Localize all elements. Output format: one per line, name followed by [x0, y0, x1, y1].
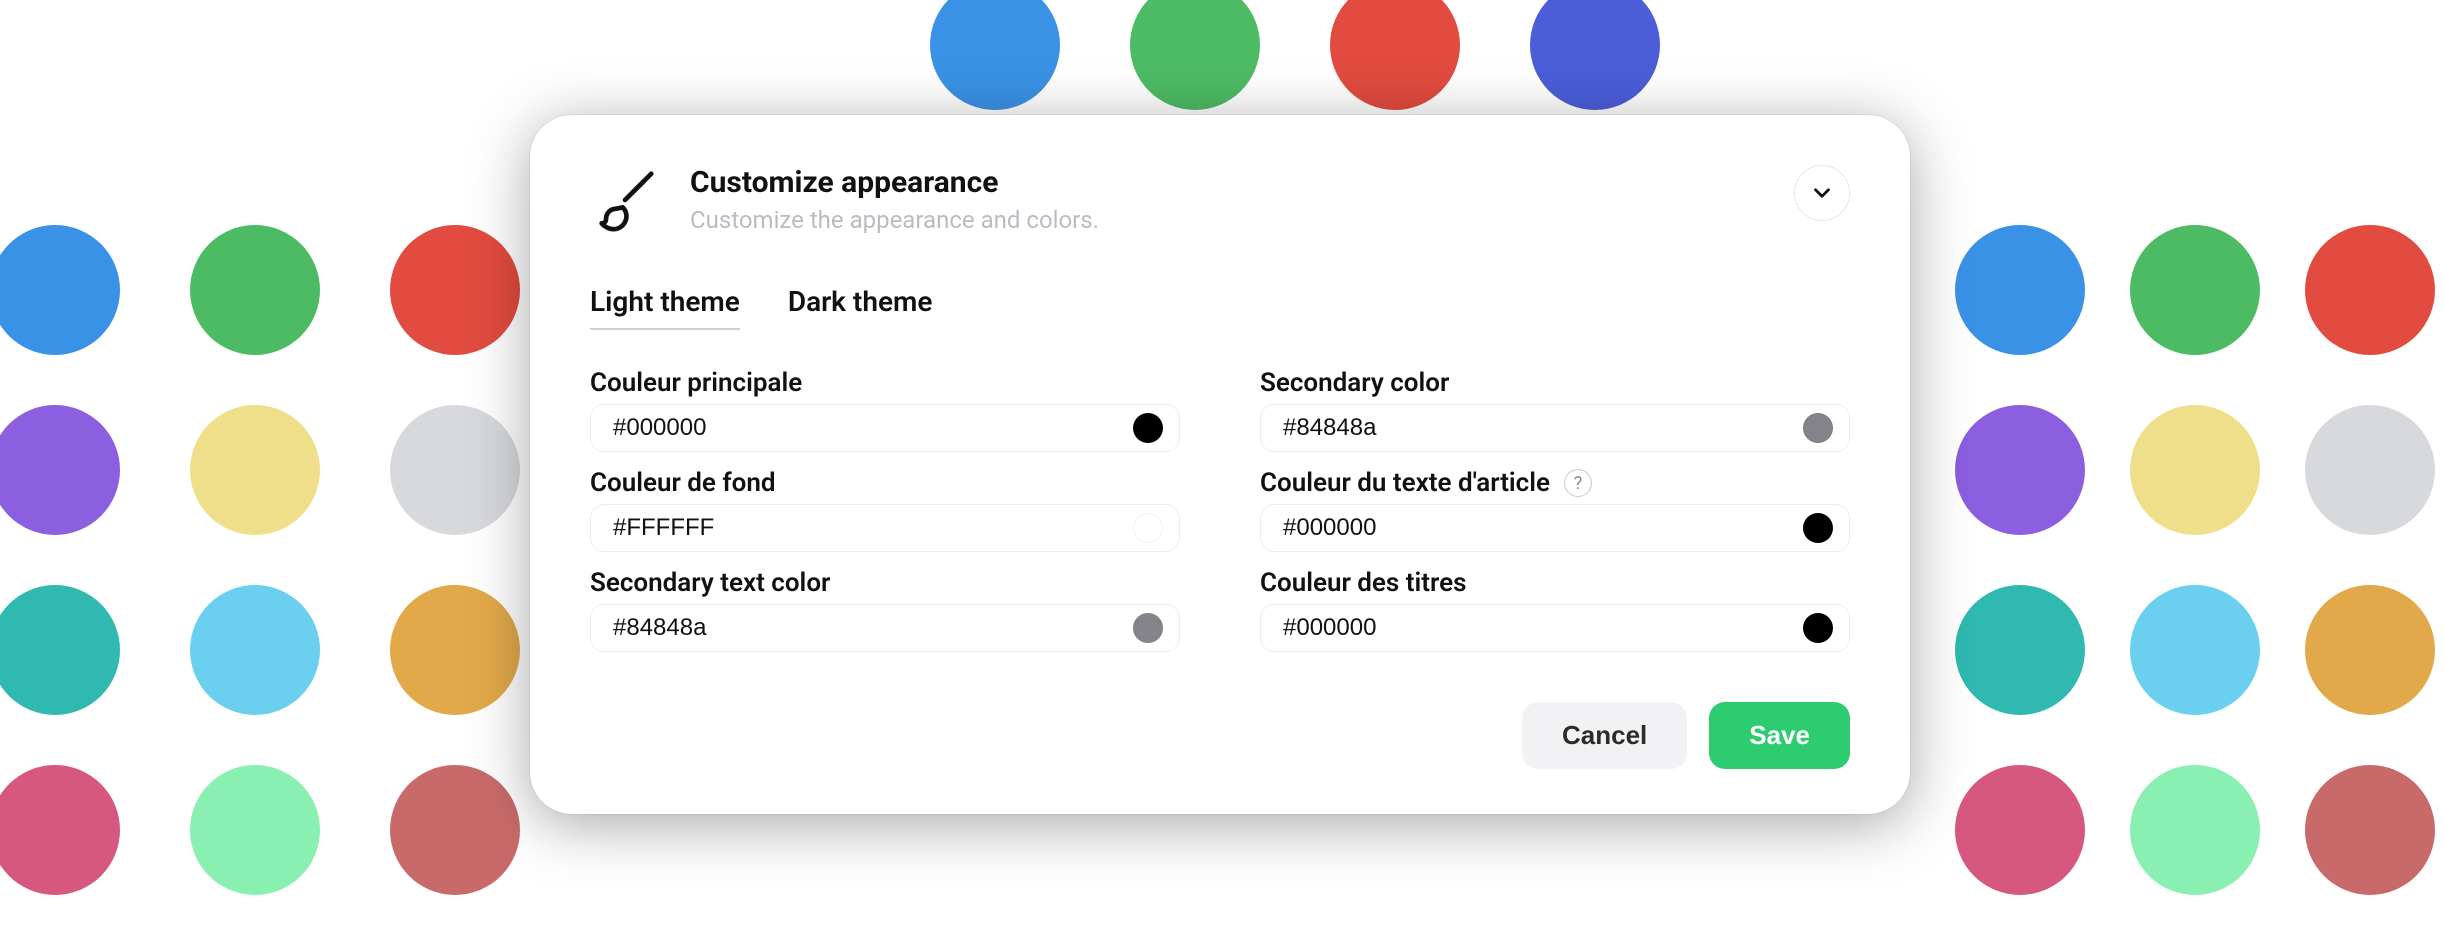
palette-dot — [390, 765, 520, 895]
palette-dot — [2305, 765, 2435, 895]
input-secondary-color-text[interactable] — [1283, 414, 1803, 442]
palette-dot — [190, 405, 320, 535]
theme-tabs: Light theme Dark theme — [590, 285, 1850, 330]
brush-icon — [590, 165, 660, 235]
swatch-bg[interactable] — [1133, 513, 1163, 543]
label-titles-color: Couleur des titres — [1260, 568, 1466, 598]
palette-dot — [2130, 405, 2260, 535]
palette-dot — [190, 225, 320, 355]
palette-dot — [930, 0, 1060, 110]
field-article-text-color: Couleur du texte d'article ? — [1260, 468, 1850, 552]
palette-dot — [1955, 225, 2085, 355]
palette-dot — [2305, 405, 2435, 535]
palette-dot — [1955, 405, 2085, 535]
label-secondary-color: Secondary color — [1260, 368, 1449, 398]
swatch-titles[interactable] — [1803, 613, 1833, 643]
palette-dot — [2305, 585, 2435, 715]
input-article-text-color-text[interactable] — [1283, 514, 1803, 542]
appearance-card: Customize appearance Customize the appea… — [530, 115, 1910, 814]
palette-dot — [1530, 0, 1660, 110]
cancel-button[interactable]: Cancel — [1522, 702, 1687, 769]
input-primary-color[interactable] — [590, 404, 1180, 452]
collapse-button[interactable] — [1794, 165, 1850, 221]
palette-dot — [1955, 765, 2085, 895]
palette-dot — [0, 405, 120, 535]
palette-dot — [390, 405, 520, 535]
palette-dot — [2130, 585, 2260, 715]
input-secondary-text-color-text[interactable] — [613, 614, 1133, 642]
palette-dot — [0, 585, 120, 715]
input-titles-color[interactable] — [1260, 604, 1850, 652]
label-primary-color: Couleur principale — [590, 368, 802, 398]
palette-dot — [1330, 0, 1460, 110]
label-secondary-text-color: Secondary text color — [590, 568, 830, 598]
field-bg-color: Couleur de fond — [590, 468, 1180, 552]
field-secondary-text-color: Secondary text color — [590, 568, 1180, 652]
card-footer: Cancel Save — [590, 702, 1850, 769]
palette-dot — [2130, 765, 2260, 895]
palette-dot — [1130, 0, 1260, 110]
input-secondary-color[interactable] — [1260, 404, 1850, 452]
palette-dot — [1955, 585, 2085, 715]
save-button[interactable]: Save — [1709, 702, 1850, 769]
help-icon[interactable]: ? — [1564, 469, 1592, 497]
swatch-secondary[interactable] — [1803, 413, 1833, 443]
tab-dark-theme[interactable]: Dark theme — [788, 285, 933, 330]
palette-dot — [190, 585, 320, 715]
palette-dot — [190, 765, 320, 895]
card-title: Customize appearance — [690, 165, 1764, 200]
chevron-down-icon — [1809, 180, 1835, 206]
swatch-primary[interactable] — [1133, 413, 1163, 443]
field-titles-color: Couleur des titres — [1260, 568, 1850, 652]
card-subtitle: Customize the appearance and colors. — [690, 206, 1764, 234]
input-bg-color-text[interactable] — [613, 514, 1133, 542]
label-article-text-color: Couleur du texte d'article — [1260, 468, 1550, 498]
palette-dot — [2130, 225, 2260, 355]
input-secondary-text-color[interactable] — [590, 604, 1180, 652]
palette-dot — [0, 225, 120, 355]
field-secondary-color: Secondary color — [1260, 368, 1850, 452]
input-bg-color[interactable] — [590, 504, 1180, 552]
input-titles-color-text[interactable] — [1283, 614, 1803, 642]
field-primary-color: Couleur principale — [590, 368, 1180, 452]
palette-dot — [390, 225, 520, 355]
card-header: Customize appearance Customize the appea… — [590, 165, 1850, 235]
fields-grid: Couleur principale Secondary color Coule… — [590, 368, 1850, 660]
input-primary-color-text[interactable] — [613, 414, 1133, 442]
swatch-sectext[interactable] — [1133, 613, 1163, 643]
input-article-text-color[interactable] — [1260, 504, 1850, 552]
tab-light-theme[interactable]: Light theme — [590, 285, 740, 330]
palette-dot — [2305, 225, 2435, 355]
palette-dot — [0, 765, 120, 895]
label-bg-color: Couleur de fond — [590, 468, 776, 498]
swatch-article[interactable] — [1803, 513, 1833, 543]
palette-dot — [390, 585, 520, 715]
